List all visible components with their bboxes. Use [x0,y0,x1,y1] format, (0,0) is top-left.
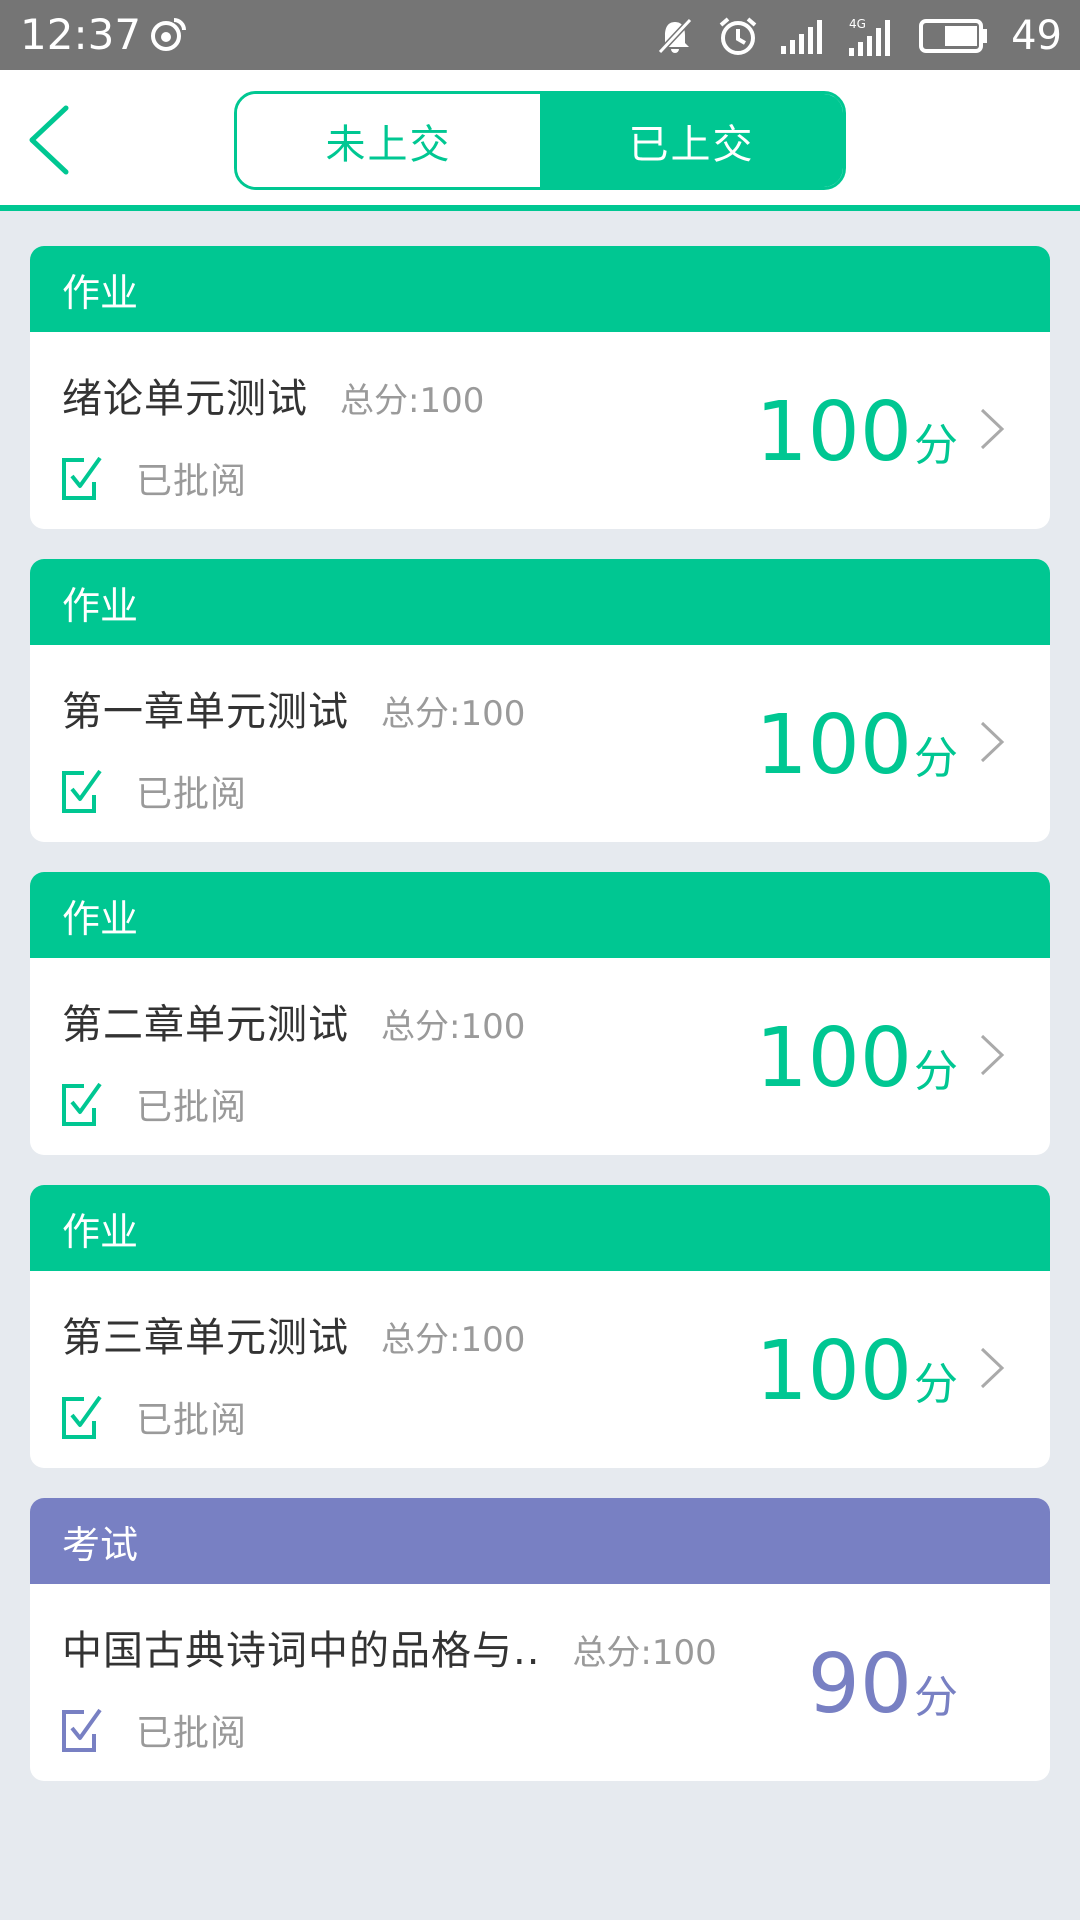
status-icons: 4G 49 [655,10,1062,62]
chevron-right-icon [980,1034,1005,1076]
score-unit: 分 [914,1046,958,1097]
assignment-list: 作业 绪论单元测试 总分:100 已批阅 100 分 作业 第一章单元测试 总分… [30,246,1050,1811]
category-header: 作业 [30,1185,1050,1271]
item-title: 绪论单元测试 [62,376,308,422]
item-total: 总分:100 [381,1320,526,1360]
signal-icon [781,20,823,54]
signal-4g-icon: 4G [849,17,891,56]
item-status: 已批阅 [136,1400,248,1441]
score-unit: 分 [914,1672,958,1723]
score-value: 100 [755,385,912,480]
tab-submitted[interactable]: 已上交 [540,94,843,187]
score-unit: 分 [914,1359,958,1410]
alarm-icon [719,17,757,55]
battery-icon [919,19,988,53]
list-item[interactable]: 作业 第三章单元测试 总分:100 已批阅 100 分 [30,1185,1050,1468]
list-item[interactable]: 作业 第二章单元测试 总分:100 已批阅 100 分 [30,872,1050,1155]
category-header: 作业 [30,559,1050,645]
tab-not-submitted[interactable]: 未上交 [237,94,540,187]
nav-bar: 未上交 已上交 [0,70,1080,211]
chevron-left-icon[interactable] [22,100,82,180]
item-total: 总分:100 [381,694,526,734]
item-total: 总分:100 [340,381,485,421]
item-score: 100 分 [755,705,958,787]
item-status: 已批阅 [136,774,248,815]
chevron-right-icon [980,721,1005,763]
score-value: 100 [755,1324,912,1419]
item-score: 90 分 [808,1644,958,1726]
category-header: 考试 [30,1498,1050,1584]
score-value: 100 [755,1011,912,1106]
score-value: 90 [807,1637,912,1732]
status-time: 12:37 [20,10,142,59]
score-value: 100 [755,698,912,793]
item-status: 已批阅 [136,1087,248,1128]
item-score: 100 分 [755,1018,958,1100]
mute-icon [657,17,693,55]
item-title: 中国古典诗词中的品格与.. [62,1628,541,1674]
item-total: 总分:100 [381,1007,526,1047]
graded-check-icon [62,769,102,813]
weibo-icon [151,18,186,51]
list-item[interactable]: 作业 绪论单元测试 总分:100 已批阅 100 分 [30,246,1050,529]
graded-check-icon [62,1708,102,1752]
item-title: 第二章单元测试 [62,1002,349,1048]
item-title: 第一章单元测试 [62,689,349,735]
graded-check-icon [62,1082,102,1126]
item-score: 100 分 [755,392,958,474]
graded-check-icon [62,1395,102,1439]
score-unit: 分 [914,733,958,784]
svg-text:4G: 4G [849,17,866,31]
item-score: 100 分 [755,1331,958,1413]
item-status: 已批阅 [136,1713,248,1754]
item-total: 总分:100 [572,1633,717,1673]
status-bar: 12:37 4G 49 [0,0,1080,70]
score-unit: 分 [914,420,958,471]
item-title: 第三章单元测试 [62,1315,349,1361]
list-item[interactable]: 作业 第一章单元测试 总分:100 已批阅 100 分 [30,559,1050,842]
chevron-right-icon [980,408,1005,450]
chevron-right-icon [980,1347,1005,1389]
battery-percent: 49 [1011,13,1062,59]
graded-check-icon [62,456,102,500]
list-item[interactable]: 考试 中国古典诗词中的品格与.. 总分:100 已批阅 90 分 [30,1498,1050,1781]
item-status: 已批阅 [136,461,248,502]
submission-tabs: 未上交 已上交 [234,91,846,190]
category-header: 作业 [30,872,1050,958]
category-header: 作业 [30,246,1050,332]
